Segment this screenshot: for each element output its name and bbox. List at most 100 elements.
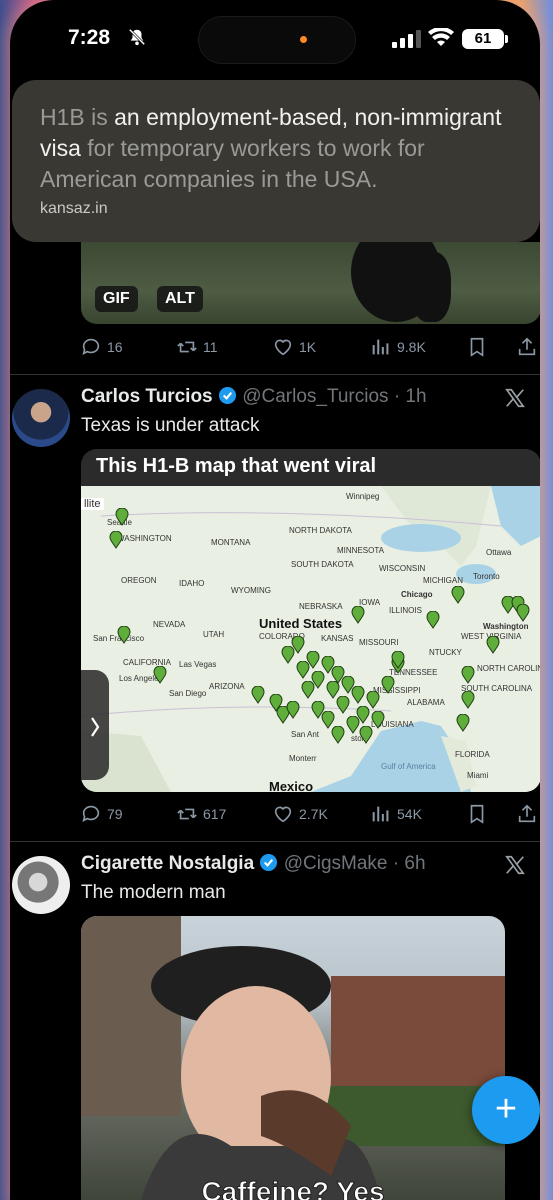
bookmark-button[interactable] — [466, 332, 488, 362]
context-card[interactable]: H1B is an employment-based, non-immigran… — [12, 80, 540, 242]
heart-icon — [274, 339, 292, 356]
map-image: llite Winnipeg Ottawa Toronto Chicago Wa… — [81, 486, 540, 792]
map-pin-icon — [115, 508, 129, 526]
map-pin-icon — [391, 651, 405, 669]
share-button[interactable] — [516, 799, 538, 829]
reply-icon — [82, 338, 100, 355]
verified-badge-icon — [218, 386, 236, 405]
map-pin-icon — [351, 606, 365, 624]
map-label-florida: FLORIDA — [455, 750, 490, 759]
tweet-divider — [10, 841, 540, 842]
battery-indicator: 61 — [462, 29, 508, 49]
map-label-washington: Washington — [483, 622, 529, 631]
repost-button[interactable]: 617 — [176, 799, 226, 829]
repost-button[interactable]: 11 — [176, 332, 218, 362]
map-label-miami: Miami — [467, 771, 489, 780]
map-pin-icon — [153, 666, 167, 684]
x-logo-icon[interactable] — [504, 387, 526, 409]
tweet-header: Cigarette Nostalgia @CigsMake · 6h — [81, 853, 426, 875]
context-text: H1B is an employment-based, non-immigran… — [40, 102, 520, 195]
repost-count: 11 — [203, 339, 218, 355]
map-label-north-carolina: NORTH CAROLINA — [477, 664, 540, 673]
views-icon — [372, 806, 389, 822]
map-label-kansas: KANSAS — [321, 634, 354, 643]
tweet-time: · 1h — [393, 386, 427, 407]
repost-count: 617 — [203, 806, 227, 822]
video-frame — [81, 916, 505, 1200]
share-icon — [518, 804, 536, 823]
map-label-chicago: Chicago — [401, 590, 433, 599]
map-pin-icon — [371, 711, 385, 729]
map-pin-icon — [486, 636, 500, 654]
repost-icon — [177, 341, 197, 353]
author-name[interactable]: Carlos Turcios — [81, 386, 213, 407]
map-pin-icon — [461, 691, 475, 709]
reply-count: 79 — [107, 806, 123, 822]
map-pin-icon — [351, 686, 365, 704]
video-caption: Caffeine? Yes — [201, 1176, 385, 1200]
dynamic-island — [198, 16, 356, 64]
author-name[interactable]: Cigarette Nostalgia — [81, 853, 254, 874]
side-panel-handle[interactable] — [81, 670, 109, 780]
map-label-nebraska: NEBRASKA — [299, 602, 343, 611]
verified-badge-icon — [260, 853, 278, 872]
reply-button[interactable]: 16 — [80, 332, 123, 362]
map-label-oregon: OREGON — [121, 576, 157, 585]
author-handle[interactable]: @Carlos_Turcios — [242, 386, 388, 407]
map-label-kentucky: NTUCKY — [429, 648, 462, 657]
context-text-segment: for temporary workers to work for Americ… — [40, 135, 425, 192]
avatar-carlos-turcios[interactable] — [12, 389, 70, 447]
like-count: 2.7K — [299, 806, 328, 822]
silent-bell-icon — [128, 28, 146, 46]
views-button[interactable]: 54K — [370, 799, 422, 829]
bookmark-button[interactable] — [466, 799, 488, 829]
tweet-text: The modern man — [81, 882, 226, 903]
map-label-san-diego: San Diego — [169, 689, 207, 698]
tweet-media-gif[interactable]: GIF ALT — [81, 242, 540, 324]
views-count: 9.8K — [397, 339, 426, 355]
map-pin-icon — [291, 636, 305, 654]
map-title: This H1-B map that went viral — [81, 449, 540, 486]
tweet-media-video[interactable]: Caffeine? Yes — [81, 916, 505, 1200]
gif-badge[interactable]: GIF — [95, 286, 138, 312]
share-button[interactable] — [516, 332, 538, 362]
map-pin-icon — [301, 681, 315, 699]
map-label-minnesota: MINNESOTA — [337, 546, 384, 555]
reply-icon — [82, 805, 100, 822]
reply-button[interactable]: 79 — [80, 799, 123, 829]
bookmark-icon — [470, 804, 484, 824]
map-pin-icon — [109, 531, 123, 549]
context-text-segment: is — [84, 104, 115, 130]
tweet-text: Texas is under attack — [81, 415, 260, 436]
compose-button[interactable]: + — [472, 1076, 540, 1144]
x-logo-icon[interactable] — [504, 854, 526, 876]
map-label-montana: MONTANA — [211, 538, 251, 547]
like-button[interactable]: 2.7K — [272, 799, 328, 829]
reply-count: 16 — [107, 339, 123, 355]
map-label-monterrey: Monterr — [289, 754, 317, 763]
chevron-right-icon — [91, 716, 100, 737]
tweet-actions: 16 11 1K 9.8K — [80, 332, 540, 362]
map-label-ottawa: Ottawa — [486, 548, 512, 557]
author-handle[interactable]: @CigsMake — [284, 853, 388, 874]
map-satellite-toggle[interactable]: llite — [81, 498, 104, 510]
map-pin-icon — [456, 714, 470, 732]
views-button[interactable]: 9.8K — [370, 332, 426, 362]
map-pin-icon — [451, 586, 465, 604]
map-pin-icon — [461, 666, 475, 684]
map-label-washington-state: WASHINGTON — [117, 534, 172, 543]
map-label-south-dakota: SOUTH DAKOTA — [291, 560, 354, 569]
context-source-link[interactable]: kansaz.in — [40, 200, 108, 218]
tweet-media-map[interactable]: This H1-B map that went viral llite Winn… — [81, 449, 540, 792]
avatar-cigarette-nostalgia[interactable] — [12, 856, 70, 914]
like-button[interactable]: 1K — [272, 332, 316, 362]
map-label-united-states: United States — [259, 616, 343, 631]
map-label-illinois: ILLINOIS — [389, 606, 422, 615]
share-icon — [518, 337, 536, 356]
map-label-nevada: NEVADA — [153, 620, 186, 629]
views-count: 54K — [397, 806, 422, 822]
alt-badge[interactable]: ALT — [157, 286, 203, 312]
tweet-divider — [10, 374, 540, 375]
map-pin-icon — [366, 691, 380, 709]
map-label-san-antonio: San Ant — [291, 730, 320, 739]
